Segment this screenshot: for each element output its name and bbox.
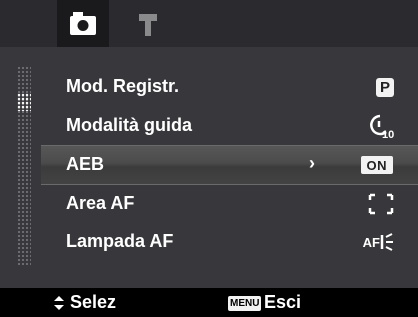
program-mode-icon: P bbox=[376, 74, 394, 100]
lamp-rays-icon bbox=[380, 233, 393, 251]
tab-setup[interactable] bbox=[129, 0, 169, 47]
tab-camera[interactable] bbox=[57, 0, 109, 47]
program-mode-badge: P bbox=[376, 77, 394, 97]
menu-item-area-af[interactable]: Area AF bbox=[41, 185, 418, 223]
menu-item-lampada-af[interactable]: Lampada AF AF bbox=[41, 223, 418, 261]
camera-icon bbox=[70, 12, 96, 35]
on-badge-icon: ON bbox=[360, 152, 393, 178]
menu-item-modalita-guida[interactable]: Modalità guida 10 bbox=[41, 107, 418, 145]
exit-hint-label: Esci bbox=[264, 292, 302, 312]
af-lamp-label: AF bbox=[362, 234, 380, 250]
chevron-right-icon: › bbox=[309, 153, 315, 173]
top-tab-bar bbox=[0, 0, 418, 47]
self-timer-glyph: 10 bbox=[370, 114, 394, 140]
timer-10-label: 10 bbox=[382, 129, 394, 140]
menu-item-label: Mod. Registr. bbox=[66, 76, 180, 96]
up-down-arrows-icon bbox=[54, 296, 64, 310]
menu-item-label: AEB bbox=[66, 154, 105, 174]
scrollbar-thumb[interactable] bbox=[17, 93, 31, 111]
af-lamp-icon: AF bbox=[363, 229, 394, 255]
menu-item-mod-registr[interactable]: Mod. Registr. P bbox=[41, 68, 418, 106]
af-area-bracket-icon bbox=[368, 191, 394, 217]
hammer-icon bbox=[139, 14, 157, 36]
menu-item-label: Area AF bbox=[66, 193, 135, 213]
select-hint-label: Selez bbox=[70, 292, 117, 312]
bottom-hint-bar: Selez MENU Esci bbox=[0, 288, 418, 317]
menu-item-label: Modalità guida bbox=[66, 115, 192, 135]
menu-button-icon: MENU bbox=[228, 296, 262, 311]
menu-item-aeb[interactable]: AEB › ON bbox=[41, 145, 418, 185]
menu-item-label: Lampada AF bbox=[66, 231, 174, 251]
aeb-value: ON bbox=[360, 156, 393, 174]
self-timer-10s-icon: 10 bbox=[366, 113, 396, 140]
